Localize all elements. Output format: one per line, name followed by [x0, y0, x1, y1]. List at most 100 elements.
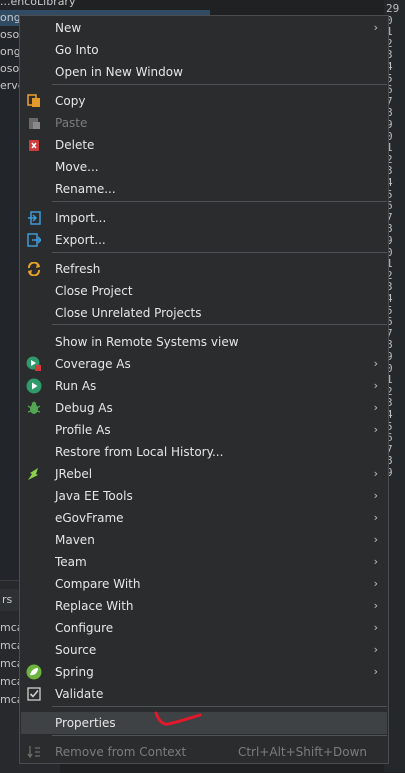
coverage-icon [26, 356, 42, 372]
tree-row[interactable]: ...encoLibrary [0, 0, 75, 10]
run-icon [26, 378, 42, 394]
menu-separator [52, 324, 387, 325]
menu-item-label: Maven [55, 533, 95, 547]
submenu-arrow-icon: › [373, 511, 378, 524]
menu-item-debug-as[interactable]: Debug As › [21, 397, 387, 419]
menu-item-label: Remove from Context [55, 745, 187, 759]
menu-item-profile-as[interactable]: Profile As › [21, 419, 387, 441]
spring-icon [26, 664, 42, 680]
menu-item-label: Restore from Local History... [55, 445, 224, 459]
menu-item-label: Go Into [55, 43, 99, 57]
refresh-icon [26, 261, 42, 277]
menu-item-label: Import... [55, 211, 107, 225]
menu-item-label: New [55, 21, 82, 35]
validate-check-icon [26, 686, 42, 702]
menu-item-label: Delete [55, 138, 95, 152]
menu-item-label: Validate [55, 687, 104, 701]
menu-item-replace-with[interactable]: Replace With › [21, 595, 387, 617]
menu-item-coverage-as[interactable]: Coverage As › [21, 353, 387, 375]
menu-item-label: Java EE Tools [55, 489, 133, 503]
submenu-arrow-icon: › [373, 577, 378, 590]
menu-separator [52, 201, 387, 202]
menu-item-run-as[interactable]: Run As › [21, 375, 387, 397]
menu-item-egovframe[interactable]: eGovFrame › [21, 507, 387, 529]
submenu-arrow-icon: › [373, 21, 378, 34]
annotation-stroke [154, 711, 202, 726]
menu-item-validate[interactable]: Validate [21, 683, 387, 705]
submenu-arrow-icon: › [373, 379, 378, 392]
menu-item-label: Close Project [55, 284, 133, 298]
menu-item-team[interactable]: Team › [21, 551, 387, 573]
menu-item-label: Show in Remote Systems view [55, 335, 239, 349]
menu-separator [52, 706, 387, 707]
menu-item-label: Compare With [55, 577, 141, 591]
menu-item-label: Open in New Window [55, 65, 183, 79]
menu-item-label: Paste [55, 116, 88, 130]
paste-icon [26, 115, 42, 131]
menu-item-rename[interactable]: Rename... [21, 178, 387, 200]
menu-item-label: Replace With [55, 599, 134, 613]
import-icon [26, 210, 42, 226]
menu-item-show-in-remote-systems-view[interactable]: Show in Remote Systems view [21, 331, 387, 353]
jrebel-icon [26, 466, 42, 482]
menu-item-configure[interactable]: Configure › [21, 617, 387, 639]
menu-item-go-into[interactable]: Go Into [21, 39, 387, 61]
submenu-arrow-icon: › [373, 467, 378, 480]
submenu-arrow-icon: › [373, 533, 378, 546]
menu-item-restore-from-local-history[interactable]: Restore from Local History... [21, 441, 387, 463]
menu-item-label: Configure [55, 621, 114, 635]
menu-item-copy[interactable]: Copy [21, 90, 387, 112]
menu-item-paste: Paste [21, 112, 387, 134]
menu-item-delete[interactable]: Delete [21, 134, 387, 156]
menu-item-label: Source [55, 643, 97, 657]
menu-item-label: Refresh [55, 262, 101, 276]
menu-item-label: Debug As [55, 401, 113, 415]
context-menu: New › Go Into Open in New Window Copy Paste De… [19, 15, 389, 764]
menu-item-label: eGovFrame [55, 511, 124, 525]
shortcut-label: Ctrl+Alt+Shift+Down [237, 745, 367, 759]
debug-bug-icon [26, 400, 42, 416]
menu-item-refresh[interactable]: Refresh [21, 258, 387, 280]
menu-item-label: Close Unrelated Projects [55, 306, 202, 320]
menu-item-move[interactable]: Move... [21, 156, 387, 178]
menu-item-label: Rename... [55, 182, 116, 196]
menu-item-label: Copy [55, 94, 86, 108]
menu-item-java-ee-tools[interactable]: Java EE Tools › [21, 485, 387, 507]
menu-item-label: Move... [55, 160, 99, 174]
submenu-arrow-icon: › [373, 401, 378, 414]
menu-item-remove-from-context: Remove from Context Ctrl+Alt+Shift+Down [21, 741, 387, 763]
menu-item-open-in-new-window[interactable]: Open in New Window [21, 61, 387, 83]
submenu-arrow-icon: › [373, 357, 378, 370]
submenu-arrow-icon: › [373, 643, 378, 656]
delete-icon [26, 137, 42, 153]
menu-separator [52, 735, 387, 736]
submenu-arrow-icon: › [373, 621, 378, 634]
menu-item-close-unrelated-projects[interactable]: Close Unrelated Projects [21, 302, 387, 324]
menu-item-label: Team [55, 555, 87, 569]
menu-item-label: Profile As [55, 423, 111, 437]
menu-item-label: Coverage As [55, 357, 131, 371]
menu-separator [52, 252, 387, 253]
menu-item-spring[interactable]: Spring › [21, 661, 387, 683]
menu-item-maven[interactable]: Maven › [21, 529, 387, 551]
menu-item-label: Spring [55, 665, 94, 679]
menu-item-close-project[interactable]: Close Project [21, 280, 387, 302]
menu-item-import[interactable]: Import... [21, 207, 387, 229]
submenu-arrow-icon: › [373, 555, 378, 568]
line-number: 29 [386, 2, 400, 15]
remove-context-icon [26, 744, 42, 760]
menu-item-label: Properties [55, 716, 116, 730]
menu-item-export[interactable]: Export... [21, 229, 387, 251]
menu-separator [52, 84, 387, 85]
submenu-arrow-icon: › [373, 599, 378, 612]
menu-item-jrebel[interactable]: JRebel › [21, 463, 387, 485]
menu-item-compare-with[interactable]: Compare With › [21, 573, 387, 595]
menu-item-label: Run As [55, 379, 97, 393]
submenu-arrow-icon: › [373, 423, 378, 436]
copy-icon [26, 93, 42, 109]
menu-item-new[interactable]: New › [21, 17, 387, 39]
menu-item-label: Export... [55, 233, 106, 247]
menu-item-source[interactable]: Source › [21, 639, 387, 661]
submenu-arrow-icon: › [373, 489, 378, 502]
menu-item-label: JRebel [55, 467, 93, 481]
